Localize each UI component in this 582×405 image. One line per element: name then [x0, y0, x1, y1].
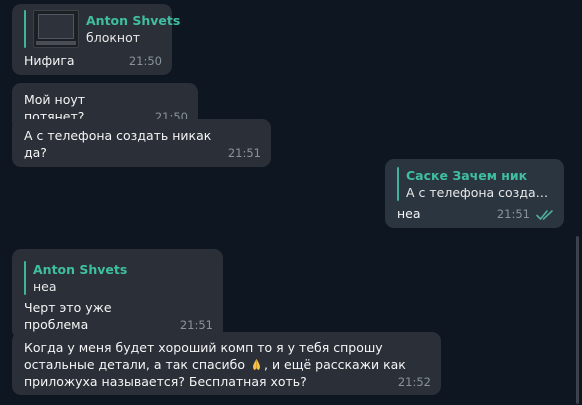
reply-quote[interactable]: Anton Shvets неа: [24, 261, 213, 295]
reply-text: блокнот: [86, 30, 140, 45]
reply-accent-bar: [24, 10, 26, 48]
message-text: неа: [397, 206, 421, 221]
message-time: 21:51: [227, 146, 261, 160]
message-bubble[interactable]: Саске Зачем ник А с телефона создать ...…: [385, 159, 564, 228]
message-time: 21:52: [397, 375, 431, 389]
message-time: 21:51: [496, 207, 530, 221]
message-bubble[interactable]: Когда у меня будет хороший комп то я у т…: [12, 332, 441, 395]
laptop-thumbnail-icon: [33, 10, 79, 48]
reply-quote[interactable]: Anton Shvets блокнот: [24, 10, 181, 48]
message-text-line: остальные детали, а так спасибо , и ещё …: [24, 357, 406, 372]
message-bubble[interactable]: Anton Shvets блокнот Нифига 21:50: [12, 4, 181, 75]
reply-author: Саске Зачем ник: [406, 168, 528, 183]
reply-quote[interactable]: Саске Зачем ник А с телефона создать ...: [397, 167, 554, 201]
message-text-line: приложуха называется? Бесплатная хоть?: [24, 374, 307, 389]
message-text: А с телефона создать никак да?: [24, 128, 216, 160]
reply-author: Anton Shvets: [86, 13, 181, 28]
reply-accent-bar: [397, 167, 399, 201]
chat-area: Anton Shvets блокнот Нифига 21:50 Мой но…: [0, 0, 582, 405]
folded-hands-emoji-icon: [253, 358, 260, 371]
message-text: Нифига: [24, 53, 75, 68]
reply-text: неа: [33, 279, 57, 294]
message-text-line: Когда у меня будет хороший комп то я у т…: [24, 340, 383, 355]
reply-author: Anton Shvets: [33, 262, 128, 277]
message-time: 21:51: [179, 318, 213, 332]
message-text: Черт это уже проблема: [24, 300, 116, 332]
message-time: 21:50: [128, 54, 162, 68]
scrollbar[interactable]: [576, 236, 579, 404]
double-check-icon: [536, 209, 553, 220]
reply-accent-bar: [24, 261, 26, 295]
message-bubble[interactable]: Anton Shvets неа Черт это уже проблема 2…: [12, 249, 223, 339]
message-bubble[interactable]: А с телефона создать никак да? 21:51: [12, 119, 271, 167]
reply-text: А с телефона создать ...: [406, 185, 554, 200]
